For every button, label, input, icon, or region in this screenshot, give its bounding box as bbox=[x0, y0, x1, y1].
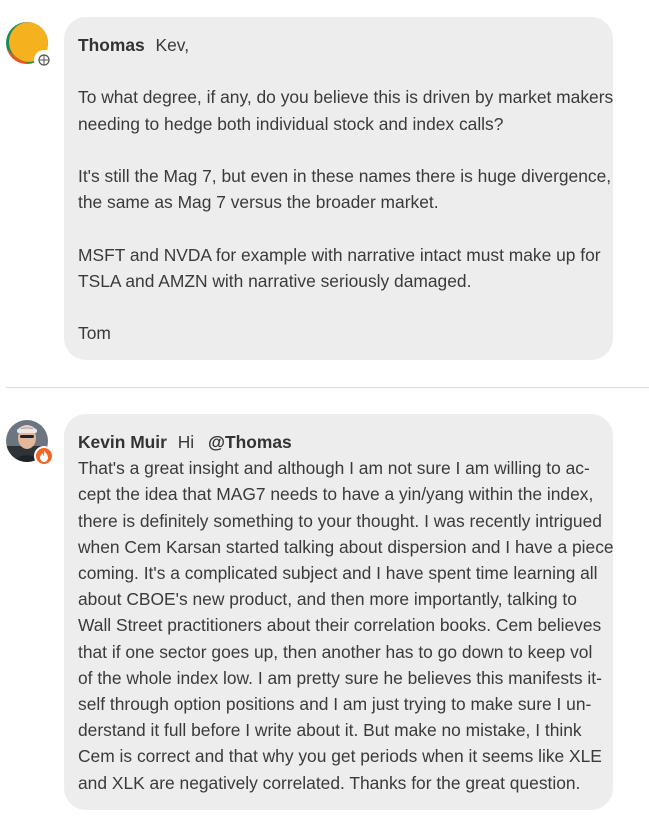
comment-text-line: cept the idea that MAG7 needs to have a … bbox=[78, 484, 594, 505]
comment-body: That's a great insight and although I am… bbox=[78, 455, 614, 796]
comment-header: Kevin Muir Hi @Thomas bbox=[78, 429, 599, 455]
comment-text-line: of the whole index low. I am pretty sure… bbox=[78, 667, 602, 688]
flame-icon bbox=[34, 446, 54, 466]
comment-bubble: Thomas Kev, To what degree, if any, do y… bbox=[64, 17, 613, 360]
comment-text-line: It's still the Mag 7, but even in these … bbox=[78, 165, 612, 186]
comment-text-line: To what degree, if any, do you believe t… bbox=[78, 87, 614, 108]
comment-text-line: there is definitely something to your th… bbox=[78, 510, 602, 531]
author-name[interactable]: Kevin Muir bbox=[78, 432, 167, 452]
comment-text-line: Cem is correct and that why you get peri… bbox=[78, 746, 602, 767]
comment-text-line: MSFT and NVDA for example with narrative… bbox=[78, 244, 601, 265]
comment-header: Thomas Kev, bbox=[78, 32, 599, 58]
mention-link[interactable]: @Thomas bbox=[208, 432, 292, 452]
comment-text-line: needing to hedge both individual stock a… bbox=[78, 113, 504, 134]
comment-text-line: That's a great insight and although I am… bbox=[78, 458, 590, 479]
comment-text-line: self through option positions and I am j… bbox=[78, 694, 592, 715]
comment-bubble: Kevin Muir Hi @Thomas That's a great ins… bbox=[64, 414, 614, 810]
author-name[interactable]: Thomas bbox=[78, 35, 145, 55]
comment-text-line: Wall Street practitioners about their co… bbox=[78, 615, 602, 636]
globe-icon bbox=[34, 50, 54, 70]
divider bbox=[6, 387, 649, 388]
comment-greeting: Hi bbox=[177, 432, 195, 452]
comment-text-line: the same as Mag 7 versus the broader mar… bbox=[78, 192, 439, 213]
comment-text-line: when Cem Karsan started talking about di… bbox=[78, 536, 614, 557]
comment-signature: Tom bbox=[78, 323, 111, 344]
comment-text-line: and XLK are negatively correlated. Thank… bbox=[78, 772, 581, 793]
comment-text-line: derstand it full before I write about it… bbox=[78, 720, 582, 741]
comment-text-line: coming. It's a complicated subject and I… bbox=[78, 563, 598, 584]
comment-greeting: Kev, bbox=[155, 35, 190, 55]
comment-text-line: TSLA and AMZN with narrative seriously d… bbox=[78, 270, 472, 291]
comment-text-line: about CBOE's new product, and then more … bbox=[78, 589, 577, 610]
comment-text-line: that if one sector goes up, then another… bbox=[78, 641, 593, 662]
